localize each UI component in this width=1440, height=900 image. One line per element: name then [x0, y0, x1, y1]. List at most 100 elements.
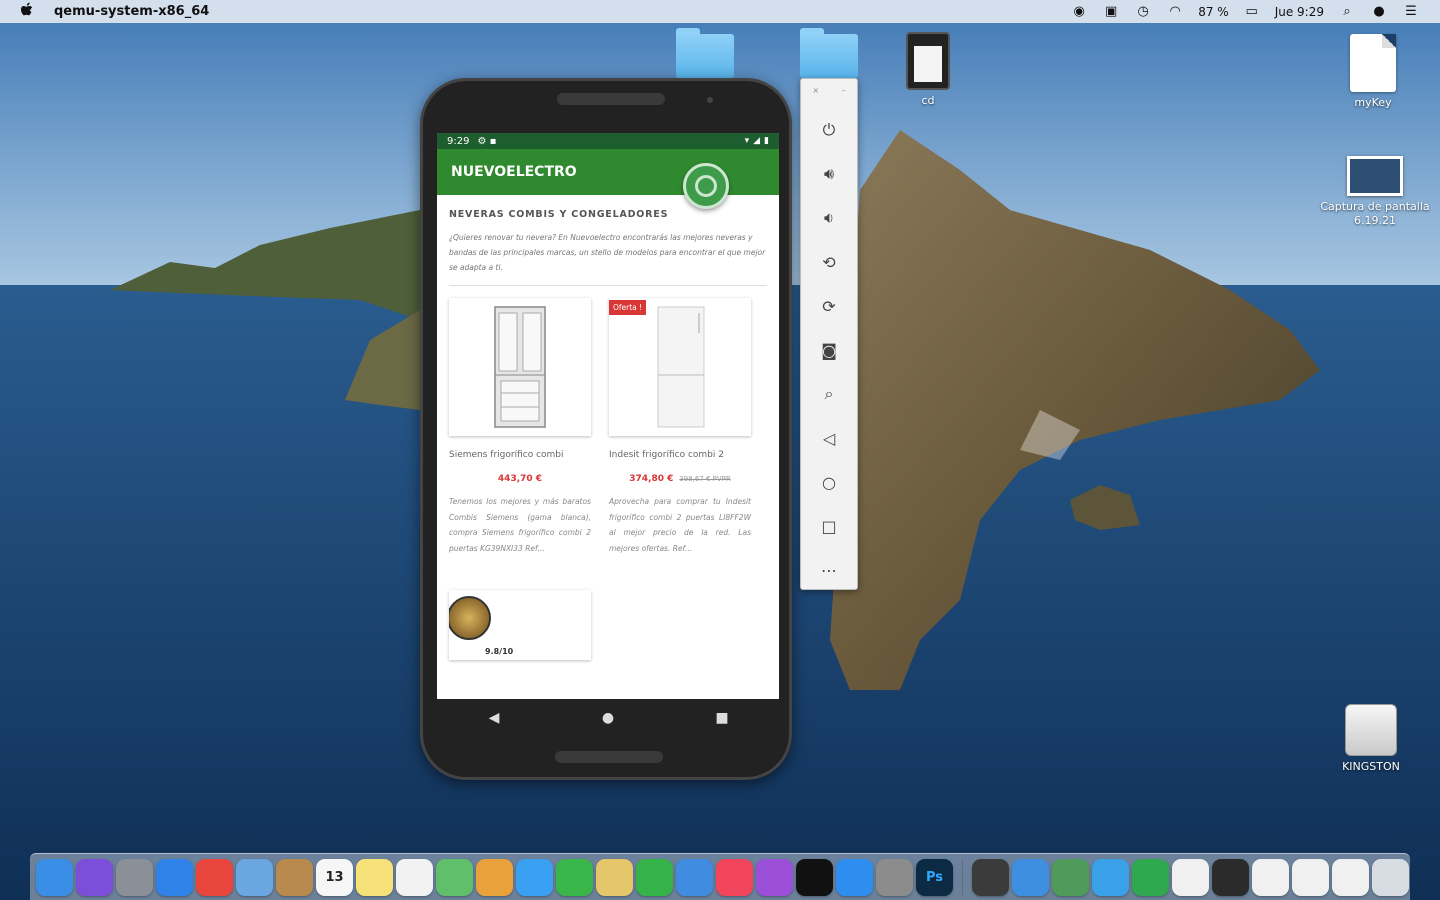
dock-xcode-icon[interactable] — [1012, 858, 1049, 896]
dock-photos-icon[interactable] — [476, 858, 513, 896]
product-card[interactable]: Siemens frigorífico combi 443,70 € Tenem… — [449, 298, 591, 556]
dock-chrome-icon[interactable] — [196, 858, 233, 896]
desktop-item-label: KINGSTON — [1342, 760, 1400, 773]
product-name[interactable]: Indesit frigorífico combi 2 — [609, 450, 751, 460]
product-grid: Siemens frigorífico combi 443,70 € Tenem… — [449, 298, 767, 556]
product-image[interactable] — [449, 298, 591, 436]
back-icon[interactable]: ◁ — [814, 423, 844, 453]
dock-messages-blue-icon[interactable] — [516, 858, 553, 896]
dock-music-icon[interactable] — [716, 858, 753, 896]
siri-icon[interactable]: ● — [1370, 4, 1388, 19]
time-machine-icon[interactable]: ◷ — [1134, 4, 1152, 19]
dock-sheets-icon[interactable] — [1132, 858, 1169, 896]
app-content[interactable]: NEVERAS COMBIS Y CONGELADORES ¿Quieres r… — [437, 195, 779, 699]
dock-textedit-icon[interactable] — [596, 858, 633, 896]
award-medal-icon — [449, 596, 491, 640]
dock-launchpad-icon[interactable] — [116, 858, 153, 896]
dock-reminders-icon[interactable] — [396, 858, 433, 896]
divider — [449, 285, 767, 286]
active-app-name[interactable]: qemu-system-x86_64 — [54, 4, 209, 19]
dock-trash-icon[interactable] — [1372, 858, 1409, 896]
dock-preview-icon[interactable] — [236, 858, 273, 896]
desktop-drive[interactable]: KINGSTON — [1336, 704, 1406, 774]
dock-safari-icon[interactable] — [156, 858, 193, 896]
nav-back-icon[interactable]: ◀ — [474, 710, 514, 726]
nav-home-icon[interactable]: ● — [588, 710, 628, 726]
dock-photoshop-icon[interactable]: Ps — [916, 858, 953, 896]
dock-file-4-icon[interactable] — [1332, 858, 1369, 896]
overview-icon[interactable]: □ — [814, 511, 844, 541]
battery-icon[interactable]: ▭ — [1243, 4, 1261, 19]
dock-file-1-icon[interactable] — [1172, 858, 1209, 896]
product-price-row: 374,80 € 398,67 € PVPR — [609, 474, 751, 484]
product-name[interactable]: Siemens frigorífico combi — [449, 450, 591, 460]
dock-podcasts-icon[interactable] — [756, 858, 793, 896]
desktop-item-label: myKey — [1354, 96, 1392, 109]
dock-separator — [962, 859, 963, 895]
product-description: Aprovecha para comprar tu Indesit frigor… — [609, 497, 751, 553]
dock-calendar-icon[interactable]: 13 — [316, 858, 353, 896]
floating-action-button[interactable] — [683, 163, 729, 209]
desktop-screenshot[interactable]: Captura de pantalla 6.19.21 — [1318, 156, 1432, 228]
sd-card-icon — [906, 32, 950, 90]
dock-keynote-icon[interactable] — [676, 858, 713, 896]
zoom-icon[interactable]: ⌕ — [814, 379, 844, 409]
dock-app-store-icon[interactable] — [836, 858, 873, 896]
dock-siri-icon[interactable] — [76, 858, 113, 896]
dock-android-studio-icon[interactable] — [1052, 858, 1089, 896]
android-status-bar: 9:29 ⚙ ▪ ▾ ◢ ▮ — [437, 133, 779, 149]
product-price: 443,70 € — [497, 474, 543, 484]
desktop-document[interactable]: myKey — [1350, 34, 1396, 110]
rotate-left-icon[interactable]: ⟲ — [814, 247, 844, 277]
section-title: NEVERAS COMBIS Y CONGELADORES — [449, 209, 669, 220]
dock-file-3-icon[interactable] — [1292, 858, 1329, 896]
battery-percent[interactable]: 87 % — [1198, 5, 1229, 19]
power-icon[interactable]: ⏻ — [814, 115, 844, 145]
dock-sublime-icon[interactable] — [972, 858, 1009, 896]
product-card[interactable]: Oferta ! Indesit frigorífico combi 2 374… — [609, 298, 751, 556]
camera-icon[interactable]: ◙ — [814, 335, 844, 365]
product-image[interactable]: Oferta ! — [609, 298, 751, 436]
dock-notes-icon[interactable] — [356, 858, 393, 896]
desktop-item-label: cd — [921, 94, 935, 107]
product-old-price: 398,67 € PVPR — [679, 475, 731, 483]
dock-apple-tv-icon[interactable] — [796, 858, 833, 896]
dock-maps-icon[interactable] — [436, 858, 473, 896]
product-card[interactable]: 9.8/10 — [449, 590, 591, 660]
intro-text: ¿Quieres renovar tu nevera? En Nuevoelec… — [449, 233, 766, 272]
wifi-icon[interactable]: ◠ — [1166, 4, 1184, 19]
dock-numbers-icon[interactable] — [636, 858, 673, 896]
minimize-icon[interactable]: – — [842, 86, 846, 95]
dock: 13 Ps — [30, 853, 1410, 900]
wifi-icon: ▾ — [744, 136, 750, 146]
dock-system-preferences-icon[interactable] — [876, 858, 913, 896]
apple-menu-icon[interactable] — [20, 2, 36, 22]
dock-facetime-icon[interactable] — [556, 858, 593, 896]
fridge-open-icon — [494, 306, 546, 428]
display-icon[interactable]: ▣ — [1102, 4, 1120, 19]
clock[interactable]: Jue 9:29 — [1275, 5, 1324, 19]
desktop-folder-2[interactable] — [800, 28, 858, 82]
nav-recents-icon[interactable]: ■ — [702, 710, 742, 726]
dock-file-2-icon[interactable] — [1252, 858, 1289, 896]
home-icon[interactable]: ○ — [814, 467, 844, 497]
dock-finder-icon[interactable] — [36, 858, 73, 896]
emulator-screen[interactable]: 9:29 ⚙ ▪ ▾ ◢ ▮ NUEVOELECTRO NEVERAS COMB… — [437, 133, 779, 699]
emulator-toolbar: × – ⏻ 🔊︎ 🔉︎ ⟲ ⟳ ◙ ⌕ ◁ ○ □ ⋯ — [800, 78, 858, 590]
status-icons: ▾ ◢ ▮ — [745, 136, 769, 146]
rotate-right-icon[interactable]: ⟳ — [814, 291, 844, 321]
desktop-sd-card[interactable]: cd — [906, 32, 950, 108]
phone-camera — [707, 97, 713, 103]
more-icon[interactable]: ⋯ — [814, 555, 844, 585]
desktop-folder-1[interactable] — [676, 28, 734, 82]
dock-notebook-icon[interactable] — [276, 858, 313, 896]
control-center-icon[interactable]: ☰ — [1402, 4, 1420, 19]
close-icon[interactable]: × — [812, 86, 819, 95]
volume-down-icon[interactable]: 🔉︎ — [814, 203, 844, 233]
volume-up-icon[interactable]: 🔊︎ — [814, 159, 844, 189]
dock-migration-icon[interactable] — [1092, 858, 1129, 896]
android-nav-bar: ◀ ● ■ — [437, 699, 779, 737]
dock-terminal-icon[interactable] — [1212, 858, 1249, 896]
camera-status-icon[interactable]: ◉ — [1070, 4, 1088, 19]
search-icon[interactable]: ⌕ — [1338, 4, 1356, 19]
